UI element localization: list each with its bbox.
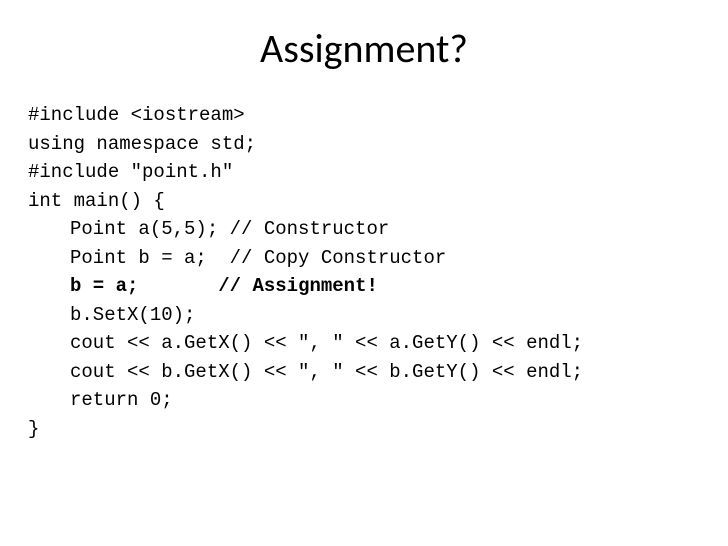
slide-title: Assignment? bbox=[28, 24, 700, 73]
code-line: return 0; bbox=[28, 386, 700, 415]
code-line: int main() { bbox=[28, 187, 700, 216]
code-line: cout << b.GetX() << ", " << b.GetY() << … bbox=[28, 358, 700, 387]
code-line: cout << a.GetX() << ", " << a.GetY() << … bbox=[28, 329, 700, 358]
code-line: Point b = a; // Copy Constructor bbox=[28, 244, 700, 273]
code-line: b.SetX(10); bbox=[28, 301, 700, 330]
code-line-highlighted: b = a; // Assignment! bbox=[28, 272, 700, 301]
code-line: } bbox=[28, 415, 700, 444]
code-line: #include <iostream> bbox=[28, 101, 700, 130]
code-line: Point a(5,5); // Constructor bbox=[28, 215, 700, 244]
code-line: using namespace std; bbox=[28, 130, 700, 159]
code-spacer bbox=[138, 275, 218, 297]
code-line: #include "point.h" bbox=[28, 158, 700, 187]
code-assignment: b = a; bbox=[70, 275, 138, 297]
code-comment: // Assignment! bbox=[218, 275, 378, 297]
code-block: #include <iostream> using namespace std;… bbox=[28, 101, 700, 443]
